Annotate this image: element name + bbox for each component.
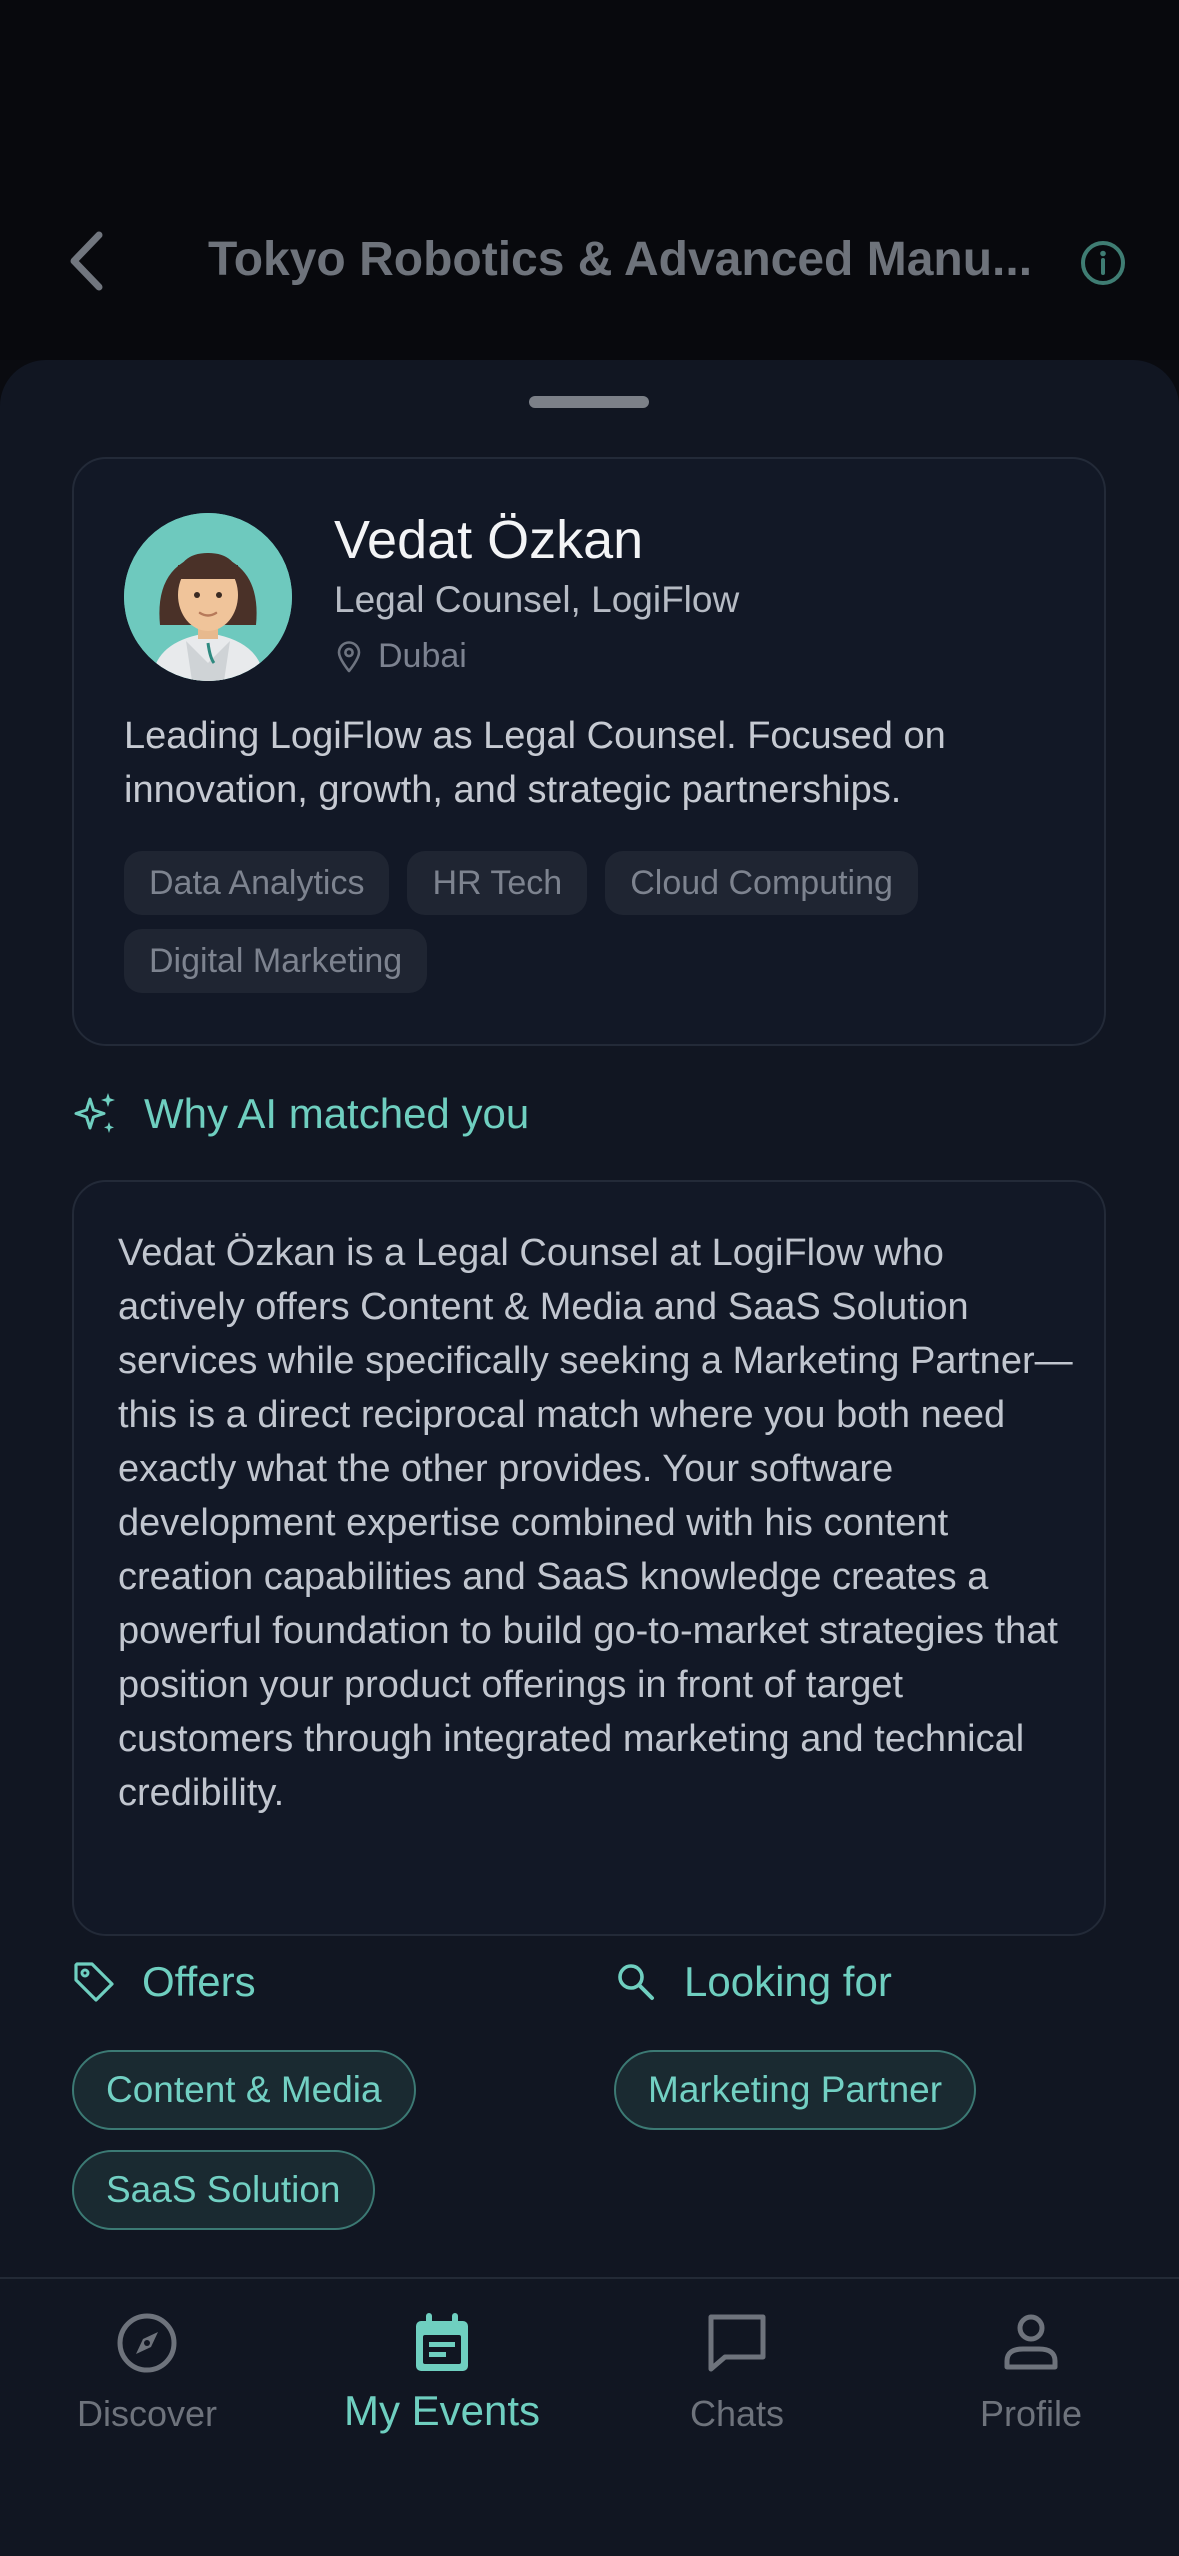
profile-card: Vedat Özkan Legal Counsel, LogiFlow Duba… xyxy=(72,457,1106,1046)
offers-heading: Offers xyxy=(72,1958,256,2006)
tab-label: Chats xyxy=(689,2393,785,2434)
interest-tag: Digital Marketing xyxy=(124,929,428,993)
avatar-illustration xyxy=(124,513,292,681)
profile-name: Vedat Özkan xyxy=(334,510,644,570)
info-button[interactable] xyxy=(1078,238,1128,288)
profile-sheet: Vedat Özkan Legal Counsel, LogiFlow Duba… xyxy=(0,360,1179,2556)
profile-bio: Leading LogiFlow as Legal Counsel. Focus… xyxy=(124,715,946,811)
looking-for-label: Looking for xyxy=(684,1958,892,2005)
interest-tag: HR Tech xyxy=(407,851,588,915)
map-pin-icon xyxy=(337,640,361,672)
offers-chips: Content & Media SaaS Solution xyxy=(72,2050,416,2230)
tab-label: My Events xyxy=(343,2387,541,2434)
sparkles-icon xyxy=(74,1093,115,1133)
sheet-grabber-handle[interactable] xyxy=(529,396,649,408)
calendar-icon xyxy=(416,2313,468,2371)
person-icon xyxy=(1004,2314,1058,2370)
tab-chats[interactable]: Chats xyxy=(607,2303,867,2443)
match-reason-card: Vedat Özkan is a Legal Counsel at LogiFl… xyxy=(72,1180,1106,1936)
offer-chip[interactable]: SaaS Solution xyxy=(72,2150,375,2230)
interest-tags: Data Analytics HR Tech Cloud Computing D… xyxy=(124,851,1084,993)
search-icon xyxy=(618,1964,654,2000)
looking-for-chips: Marketing Partner xyxy=(614,2050,977,2130)
why-ai-matched-heading: Why AI matched you xyxy=(72,1090,529,1138)
info-icon xyxy=(1081,241,1125,285)
match-reason-text: Vedat Özkan is a Legal Counsel at LogiFl… xyxy=(118,1232,1073,1814)
tag-icon xyxy=(74,1962,114,2002)
bottom-tab-bar: Discover My Events Chats Profile xyxy=(0,2277,1179,2556)
chevron-left-icon xyxy=(70,231,103,291)
why-ai-matched-label: Why AI matched you xyxy=(144,1090,530,1137)
event-title: Tokyo Robotics & Advanced Manu... xyxy=(207,233,1033,286)
page: Tokyo Robotics & Advanced Manu... Vedat … xyxy=(0,0,1179,2556)
interest-tag: Cloud Computing xyxy=(605,851,918,915)
offers-label: Offers xyxy=(142,1958,256,2005)
compass-icon xyxy=(117,2313,177,2373)
top-bar: Tokyo Robotics & Advanced Manu... xyxy=(0,0,1179,360)
interest-tag: Data Analytics xyxy=(124,851,390,915)
location-text: Dubai xyxy=(378,637,467,675)
avatar[interactable] xyxy=(124,513,292,681)
tab-discover[interactable]: Discover xyxy=(17,2303,277,2443)
profile-location: Dubai xyxy=(336,637,467,676)
looking-for-heading: Looking for xyxy=(614,1958,892,2006)
back-button[interactable] xyxy=(58,226,114,296)
tab-label: Profile xyxy=(979,2393,1083,2434)
profile-role: Legal Counsel, LogiFlow xyxy=(334,579,740,620)
tab-profile[interactable]: Profile xyxy=(901,2303,1161,2443)
tab-label: Discover xyxy=(76,2393,218,2434)
tab-my-events[interactable]: My Events xyxy=(312,2303,572,2443)
chat-bubble-icon xyxy=(708,2314,766,2372)
looking-for-chip[interactable]: Marketing Partner xyxy=(614,2050,977,2130)
offer-chip[interactable]: Content & Media xyxy=(72,2050,416,2130)
